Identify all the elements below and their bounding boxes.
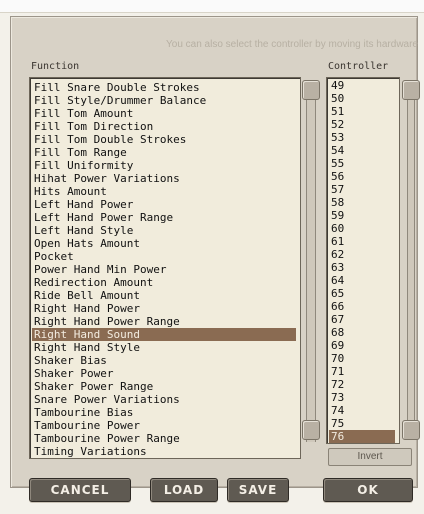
controller-list-item[interactable]: 64: [329, 274, 395, 287]
function-list-item[interactable]: Tambourine Power Range: [32, 432, 296, 445]
function-header: Function: [31, 61, 80, 72]
function-list-item[interactable]: Left Hand Power: [32, 198, 296, 211]
controller-list-item[interactable]: 52: [329, 118, 395, 131]
function-list-item[interactable]: Fill Snare Double Strokes: [32, 81, 296, 94]
function-list-item[interactable]: Tambourine Power: [32, 419, 296, 432]
function-list-item[interactable]: Snare Power Variations: [32, 393, 296, 406]
controller-list-item[interactable]: 50: [329, 92, 395, 105]
function-list[interactable]: Fill Snare Double Strokes Fill Style/Drum…: [29, 77, 301, 459]
function-list-item[interactable]: Hits Amount: [32, 185, 296, 198]
save-button[interactable]: SAVE: [227, 478, 289, 502]
function-list-item[interactable]: Shaker Power: [32, 367, 296, 380]
function-list-item[interactable]: Fill Tom Amount: [32, 107, 296, 120]
controller-list[interactable]: 49 50 51 52 53 54 55 56 57 58 59 60 61 62 63 64 65 66 67 68…: [326, 77, 400, 444]
function-list-item[interactable]: Power Hand Min Power: [32, 263, 296, 276]
controller-assignment-dialog: You can also select the controller by mo…: [0, 0, 424, 514]
controller-list-item[interactable]: 58: [329, 196, 395, 209]
controller-list-item[interactable]: 75: [329, 417, 395, 430]
controller-header: Controller: [328, 61, 389, 72]
function-list-item[interactable]: Timing Variations: [32, 445, 296, 458]
fader-knob-icon[interactable]: [402, 80, 420, 100]
controller-list-item[interactable]: 70: [329, 352, 395, 365]
function-list-item[interactable]: Left Hand Power Range: [32, 211, 296, 224]
function-fader-rail[interactable]: [306, 90, 316, 442]
controller-list-item[interactable]: 53: [329, 131, 395, 144]
function-list-item[interactable]: Fill Style/Drummer Balance: [32, 94, 296, 107]
function-list-item[interactable]: Right Hand Power Range: [32, 315, 296, 328]
function-list-item[interactable]: Right Hand Style: [32, 341, 296, 354]
function-list-item[interactable]: Left Hand Style: [32, 224, 296, 237]
function-list-item[interactable]: Fill Tom Direction: [32, 120, 296, 133]
controller-list-item[interactable]: 62: [329, 248, 395, 261]
controller-list-item[interactable]: 65: [329, 287, 395, 300]
controller-list-item[interactable]: 59: [329, 209, 395, 222]
controller-list-item[interactable]: 69: [329, 339, 395, 352]
controller-list-item[interactable]: 67: [329, 313, 395, 326]
controller-list-item[interactable]: 76: [329, 430, 395, 443]
function-list-item[interactable]: Fill Tom Double Strokes: [32, 133, 296, 146]
function-list-item[interactable]: Hihat Power Variations: [32, 172, 296, 185]
controller-list-item[interactable]: 71: [329, 365, 395, 378]
function-list-item[interactable]: Open Hats Amount: [32, 237, 296, 250]
function-list-item[interactable]: Fill Tom Range: [32, 146, 296, 159]
cancel-button[interactable]: CANCEL: [29, 478, 131, 502]
controller-list-item[interactable]: 56: [329, 170, 395, 183]
controller-list-item[interactable]: 55: [329, 157, 395, 170]
fader-knob-icon[interactable]: [402, 420, 420, 440]
title-bar: [0, 0, 424, 13]
load-button[interactable]: LOAD: [150, 478, 218, 502]
controller-list-item[interactable]: 57: [329, 183, 395, 196]
controller-list-item[interactable]: 63: [329, 261, 395, 274]
ok-button[interactable]: OK: [323, 478, 413, 502]
controller-fader-rail[interactable]: [407, 96, 415, 436]
function-list-item[interactable]: Right Hand Power: [32, 302, 296, 315]
fader-knob-icon[interactable]: [302, 80, 320, 100]
fader-knob-icon[interactable]: [302, 420, 320, 440]
function-scrollbar[interactable]: ▲ ▼: [300, 78, 301, 458]
controller-list-item[interactable]: 51: [329, 105, 395, 118]
controller-list-item[interactable]: 73: [329, 391, 395, 404]
function-list-item[interactable]: Redirection Amount: [32, 276, 296, 289]
controller-list-item[interactable]: 66: [329, 300, 395, 313]
invert-button[interactable]: Invert: [328, 448, 412, 466]
controller-list-item[interactable]: 49: [329, 79, 395, 92]
controller-list-item[interactable]: 60: [329, 222, 395, 235]
function-list-item[interactable]: Shaker Bias: [32, 354, 296, 367]
controller-list-item[interactable]: 54: [329, 144, 395, 157]
function-list-item[interactable]: Shaker Power Range: [32, 380, 296, 393]
function-list-item[interactable]: Tambourine Bias: [32, 406, 296, 419]
function-list-item[interactable]: Fill Uniformity: [32, 159, 296, 172]
hint-text: You can also select the controller by mo…: [166, 39, 418, 50]
controller-list-item[interactable]: 68: [329, 326, 395, 339]
function-list-item[interactable]: Right Hand Sound: [32, 328, 296, 341]
controller-list-item[interactable]: 74: [329, 404, 395, 417]
function-list-item[interactable]: Ride Bell Amount: [32, 289, 296, 302]
controller-list-item[interactable]: 61: [329, 235, 395, 248]
controller-list-item[interactable]: 72: [329, 378, 395, 391]
function-list-item[interactable]: Pocket: [32, 250, 296, 263]
